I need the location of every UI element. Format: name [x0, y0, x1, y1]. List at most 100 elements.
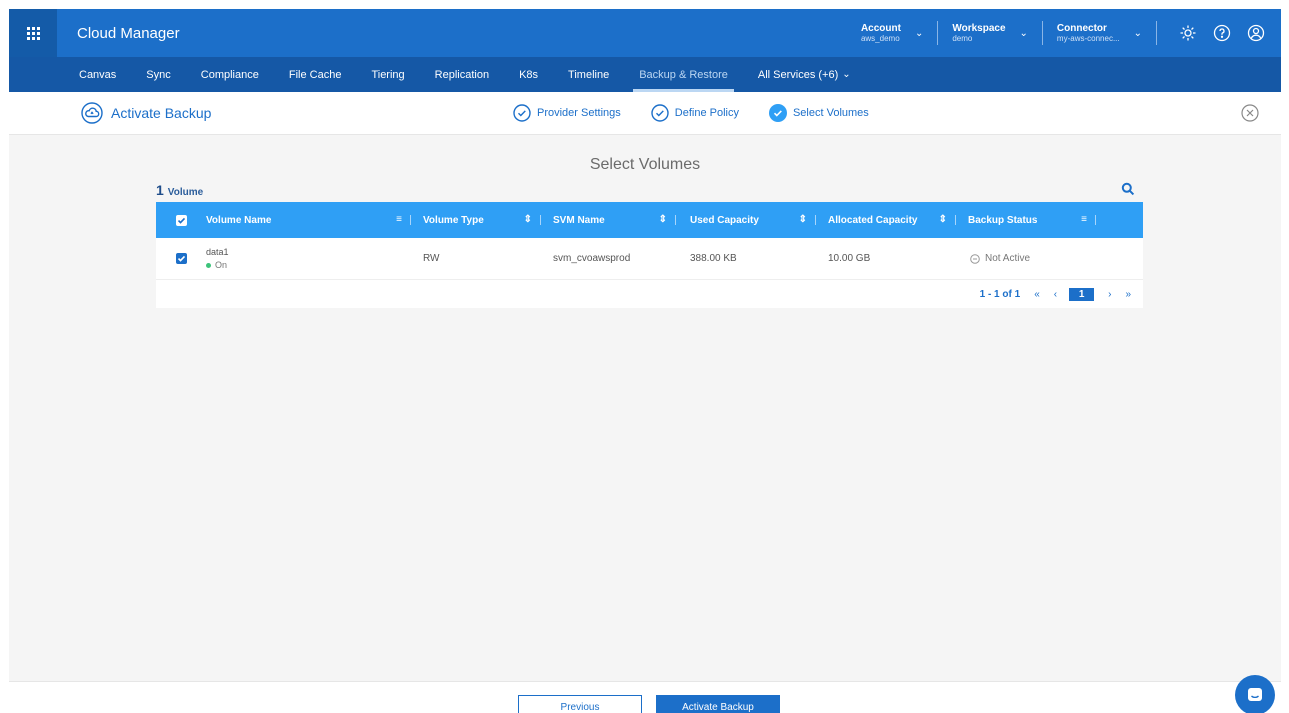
prev-page-icon[interactable]: ‹: [1054, 289, 1057, 300]
column-label: Allocated Capacity: [828, 214, 918, 226]
used-capacity: 388.00 KB: [690, 253, 737, 264]
close-icon[interactable]: [1241, 104, 1259, 122]
sort-icon[interactable]: ⇕: [659, 214, 667, 225]
volume-count-number: 1: [156, 182, 164, 198]
step-label: Provider Settings: [537, 107, 621, 119]
first-page-icon[interactable]: «: [1034, 289, 1040, 300]
workspace-value: demo: [952, 34, 973, 43]
step-provider-settings[interactable]: Provider Settings: [513, 104, 621, 122]
column-volume-name[interactable]: Volume Name ≡: [206, 202, 411, 238]
account-selector[interactable]: Account aws_demo ⌄: [847, 23, 937, 43]
nav-file-cache[interactable]: File Cache: [289, 57, 342, 92]
sort-icon[interactable]: ⇕: [524, 214, 532, 225]
workspace-label: Workspace: [952, 23, 1006, 34]
column-allocated-capacity[interactable]: Allocated Capacity ⇕: [816, 202, 956, 238]
nav-timeline[interactable]: Timeline: [568, 57, 609, 92]
next-page-icon[interactable]: ›: [1108, 289, 1111, 300]
backup-status: Not Active: [970, 253, 1030, 264]
chevron-down-icon: ⌄: [842, 69, 851, 80]
divider: [1156, 21, 1157, 45]
minus-circle-icon: [970, 253, 980, 264]
volume-state: On: [206, 260, 229, 270]
column-backup-status[interactable]: Backup Status ≡: [956, 202, 1096, 238]
nav-all-services-label: All Services (+6): [757, 68, 839, 81]
nav-replication[interactable]: Replication: [435, 57, 489, 92]
select-all-checkbox[interactable]: [175, 214, 187, 226]
user-icon[interactable]: [1245, 22, 1267, 44]
nav-canvas[interactable]: Canvas: [79, 57, 116, 92]
sort-icon[interactable]: ⇕: [799, 214, 807, 225]
account-value: aws_demo: [860, 34, 900, 43]
wizard-title: Activate Backup: [81, 102, 211, 124]
check-circle-icon: [651, 104, 669, 122]
nav-tiering[interactable]: Tiering: [371, 57, 404, 92]
column-label: SVM Name: [553, 214, 605, 226]
chat-icon: [1248, 688, 1262, 701]
workspace-selector[interactable]: Workspace demo ⌄: [938, 23, 1042, 43]
backup-status-label: Not Active: [985, 253, 1031, 264]
table-row[interactable]: data1 On RW svm_cvoawsprod 388.00 KB 10.…: [156, 238, 1143, 280]
cloud-backup-icon: [81, 102, 103, 124]
filter-icon[interactable]: ≡: [1081, 214, 1087, 225]
wizard-footer: Previous Activate Backup: [9, 681, 1281, 713]
wizard-steps: Provider Settings Define Policy Select V…: [513, 104, 899, 122]
connector-value: my-aws-connec...: [1056, 34, 1120, 43]
grid-icon: [26, 26, 40, 40]
row-checkbox[interactable]: [175, 253, 187, 264]
chevron-down-icon: ⌄: [1019, 27, 1028, 39]
column-label: Volume Type: [423, 214, 484, 226]
column-volume-type[interactable]: Volume Type ⇕: [411, 202, 541, 238]
status-dot-icon: [206, 262, 211, 268]
volumes-table: Volume Name ≡ Volume Type ⇕ SVM Name ⇕ U…: [156, 202, 1143, 308]
wizard-header: Activate Backup Provider Settings Define…: [9, 92, 1281, 135]
volume-state-label: On: [215, 260, 228, 270]
sort-icon[interactable]: ⇕: [939, 214, 947, 225]
column-label: Used Capacity: [690, 214, 759, 226]
current-page-button[interactable]: 1: [1069, 287, 1095, 301]
column-label: Backup Status: [968, 214, 1038, 226]
allocated-capacity: 10.00 GB: [828, 253, 871, 264]
check-circle-filled-icon: [768, 104, 787, 122]
step-define-policy[interactable]: Define Policy: [651, 104, 739, 122]
help-icon[interactable]: [1211, 22, 1233, 44]
step-select-volumes[interactable]: Select Volumes: [768, 104, 869, 122]
column-svm-name[interactable]: SVM Name ⇕: [541, 202, 676, 238]
nav-backup-restore[interactable]: Backup & Restore: [633, 57, 734, 92]
check-circle-icon: [513, 104, 531, 122]
nav-compliance[interactable]: Compliance: [201, 57, 259, 92]
nav-sync[interactable]: Sync: [146, 57, 170, 92]
app-title: Cloud Manager: [77, 24, 180, 42]
chevron-down-icon: ⌄: [1133, 27, 1142, 39]
volume-count: 1 Volume: [156, 182, 203, 198]
account-label: Account: [860, 23, 901, 34]
search-icon[interactable]: [1121, 182, 1135, 196]
previous-button[interactable]: Previous: [518, 695, 642, 713]
pagination: 1 - 1 of 1 « ‹ 1 › »: [156, 280, 1143, 308]
step-label: Define Policy: [674, 107, 739, 119]
connector-label: Connector: [1056, 23, 1107, 34]
pagination-range: 1 - 1 of 1: [979, 288, 1021, 300]
page-title: Select Volumes: [589, 156, 701, 173]
chat-button[interactable]: [1235, 675, 1275, 713]
activate-backup-button[interactable]: Activate Backup: [656, 695, 780, 713]
volume-type: RW: [423, 253, 440, 264]
column-label: Volume Name: [206, 214, 272, 226]
nav-k8s[interactable]: K8s: [519, 57, 538, 92]
app-grid-button[interactable]: [9, 9, 57, 57]
gear-icon[interactable]: [1177, 22, 1199, 44]
app-frame: Cloud Manager Account aws_demo ⌄ Workspa…: [9, 9, 1281, 713]
filter-icon[interactable]: ≡: [396, 214, 402, 225]
nav-all-services[interactable]: All Services (+6) ⌄: [758, 57, 851, 92]
table-header: Volume Name ≡ Volume Type ⇕ SVM Name ⇕ U…: [156, 202, 1143, 238]
volume-count-unit: Volume: [167, 187, 204, 198]
last-page-icon[interactable]: »: [1125, 289, 1131, 300]
wizard-title-text: Activate Backup: [111, 105, 212, 121]
services-nav: Canvas Sync Compliance File Cache Tierin…: [9, 57, 1281, 92]
volume-name: data1: [206, 247, 229, 257]
connector-selector[interactable]: Connector my-aws-connec... ⌄: [1043, 23, 1156, 43]
step-label: Select Volumes: [792, 107, 869, 119]
column-used-capacity[interactable]: Used Capacity ⇕: [676, 202, 816, 238]
chevron-down-icon: ⌄: [914, 27, 924, 39]
svm-name: svm_cvoawsprod: [553, 253, 631, 264]
top-bar: Cloud Manager Account aws_demo ⌄ Workspa…: [9, 9, 1281, 57]
